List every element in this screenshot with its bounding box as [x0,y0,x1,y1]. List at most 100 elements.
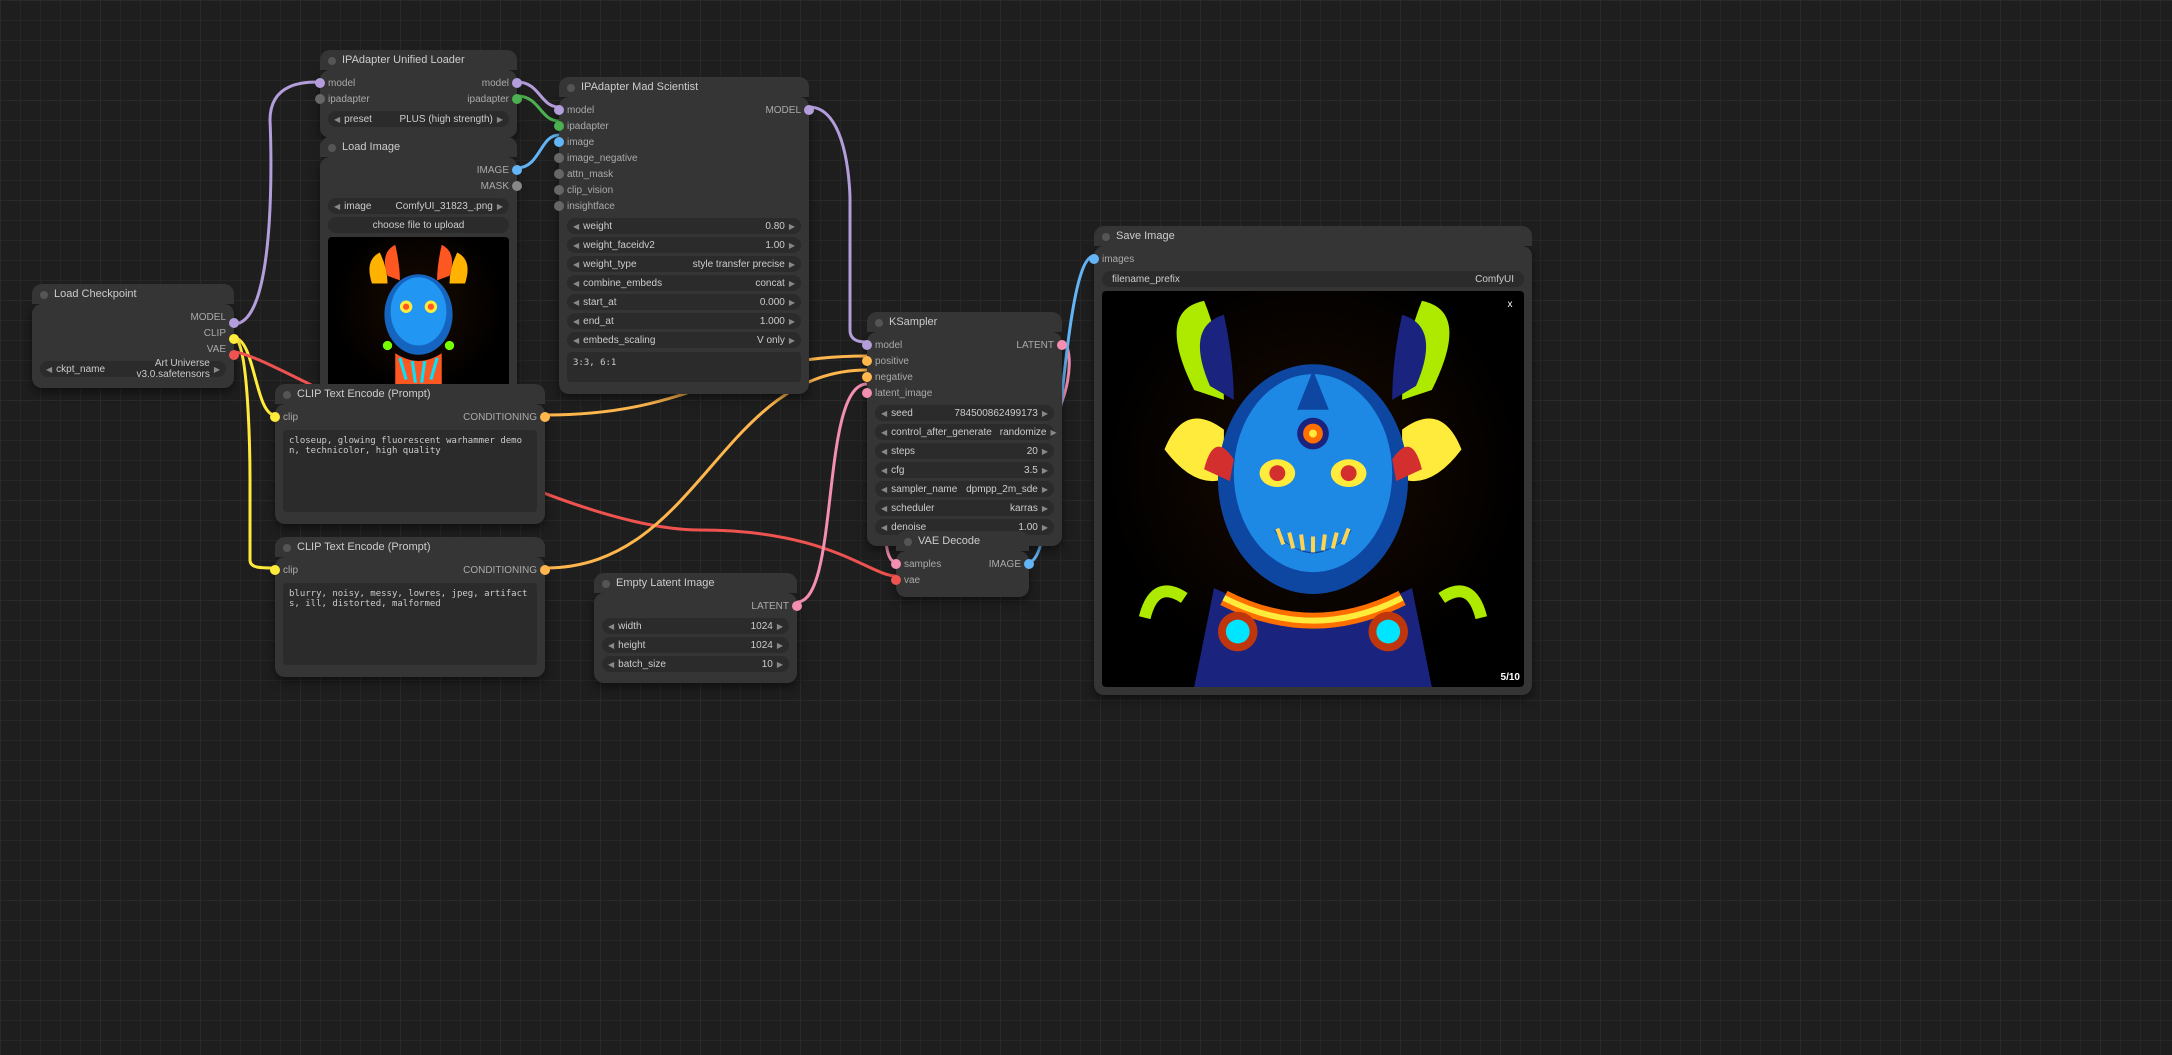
input-clip: clip [283,410,298,426]
port-in-model[interactable] [862,340,872,350]
port-in-images[interactable] [1089,254,1099,264]
node-ksampler[interactable]: KSampler modelLATENT positive negative l… [867,332,1062,546]
height-widget[interactable]: ◀height1024▶ [602,637,789,653]
input-model: model [328,76,355,92]
port-vae[interactable] [229,350,239,360]
width-widget[interactable]: ◀width1024▶ [602,618,789,634]
port-out-model[interactable] [512,78,522,88]
input-ipadapter: ipadapter [328,92,370,108]
port-out-image[interactable] [1024,559,1034,569]
upload-button[interactable]: choose file to upload [328,217,509,233]
node-title: CLIP Text Encode (Prompt) [275,537,545,557]
node-clip-positive[interactable]: CLIP Text Encode (Prompt) clipCONDITIONI… [275,404,545,524]
node-save-image[interactable]: Save Image images filename_prefixComfyUI [1094,246,1532,695]
output-conditioning: CONDITIONING [463,410,537,426]
prompt-input[interactable]: closeup, glowing fluorescent warhammer d… [283,430,537,512]
input-clip: clip [283,563,298,579]
output-ipadapter: ipadapter [467,92,509,108]
node-title: CLIP Text Encode (Prompt) [275,384,545,404]
port-out-latent[interactable] [792,601,802,611]
image-file-widget[interactable]: ◀imageComfyUI_31823_.png▶ [328,198,509,214]
output-vae: VAE [207,342,226,358]
port-in-ipadapter[interactable] [554,121,564,131]
node-title: Load Image [320,137,517,157]
node-ipadapter-mad-scientist[interactable]: IPAdapter Mad Scientist modelMODEL ipada… [559,97,809,394]
port-in-attn[interactable] [554,169,564,179]
layer-weights-input[interactable]: 3:3, 6:1 [567,352,801,382]
image-preview [328,237,509,392]
weight-faceidv2-widget[interactable]: ◀weight_faceidv21.00▶ [567,237,801,253]
input-latent-image: latent_image [875,386,932,402]
weight-type-widget[interactable]: ◀weight_typestyle transfer precise▶ [567,256,801,272]
start-at-widget[interactable]: ◀start_at0.000▶ [567,294,801,310]
weight-widget[interactable]: ◀weight0.80▶ [567,218,801,234]
input-positive: positive [875,354,909,370]
input-attn-mask: attn_mask [567,167,613,183]
steps-widget[interactable]: ◀steps20▶ [875,443,1054,459]
node-vae-decode[interactable]: VAE Decode samplesIMAGE vae [896,551,1029,597]
input-samples: samples [904,557,941,573]
node-clip-negative[interactable]: CLIP Text Encode (Prompt) clipCONDITIONI… [275,557,545,677]
node-title: Save Image [1094,226,1532,246]
embeds-scaling-widget[interactable]: ◀embeds_scalingV only▶ [567,332,801,348]
prompt-input[interactable]: blurry, noisy, messy, lowres, jpeg, arti… [283,583,537,665]
port-out-model[interactable] [804,105,814,115]
cfg-widget[interactable]: ◀cfg3.5▶ [875,462,1054,478]
port-out-ipadapter[interactable] [512,94,522,104]
input-ipadapter: ipadapter [567,119,609,135]
port-in-latent[interactable] [862,388,872,398]
combine-embeds-widget[interactable]: ◀combine_embedsconcat▶ [567,275,801,291]
port-out-cond[interactable] [540,412,550,422]
port-in-image[interactable] [554,137,564,147]
output-clip: CLIP [204,326,226,342]
node-ipadapter-loader[interactable]: IPAdapter Unified Loader modelmodel ipad… [320,70,517,138]
output-latent: LATENT [1016,338,1054,354]
port-in-positive[interactable] [862,356,872,366]
close-preview-button[interactable]: x [1502,297,1518,313]
port-in-clip[interactable] [270,412,280,422]
batch-size-widget[interactable]: ◀batch_size10▶ [602,656,789,672]
ckpt-name-widget[interactable]: ◀ckpt_nameArt Universe v3.0.safetensors▶ [40,361,226,377]
preset-widget[interactable]: ◀presetPLUS (high strength)▶ [328,111,509,127]
end-at-widget[interactable]: ◀end_at1.000▶ [567,313,801,329]
port-in-clipv[interactable] [554,185,564,195]
output-model: MODEL [190,310,226,326]
node-title: Load Checkpoint [32,284,234,304]
input-image-negative: image_negative [567,151,638,167]
output-image: IMAGE [477,163,509,179]
port-mask[interactable] [512,181,522,191]
input-vae: vae [904,573,920,589]
port-image[interactable] [512,165,522,175]
scheduler-widget[interactable]: ◀schedulerkarras▶ [875,500,1054,516]
port-in-clip[interactable] [270,565,280,575]
input-insightface: insightface [567,199,615,215]
sampler-name-widget[interactable]: ◀sampler_namedpmpp_2m_sde▶ [875,481,1054,497]
port-clip[interactable] [229,334,239,344]
port-in-negative[interactable] [862,372,872,382]
node-empty-latent[interactable]: Empty Latent Image LATENT ◀width1024▶ ◀h… [594,593,797,683]
port-in-model[interactable] [554,105,564,115]
port-in-insight[interactable] [554,201,564,211]
filename-prefix-widget[interactable]: filename_prefixComfyUI [1102,271,1524,287]
port-in-ipadapter[interactable] [315,94,325,104]
port-in-image-neg[interactable] [554,153,564,163]
port-out-latent[interactable] [1057,340,1067,350]
input-model: model [875,338,902,354]
port-in-model[interactable] [315,78,325,88]
port-out-cond[interactable] [540,565,550,575]
port-in-vae[interactable] [891,575,901,585]
node-load-checkpoint[interactable]: Load Checkpoint MODEL CLIP VAE ◀ckpt_nam… [32,304,234,388]
node-graph-canvas[interactable]: Load Checkpoint MODEL CLIP VAE ◀ckpt_nam… [0,0,2172,1055]
node-title: VAE Decode [896,531,1029,551]
control-after-generate-widget[interactable]: ◀control_after_generaterandomize▶ [875,424,1054,440]
port-in-samples[interactable] [891,559,901,569]
input-clip-vision: clip_vision [567,183,613,199]
node-load-image[interactable]: Load Image IMAGE MASK ◀imageComfyUI_3182… [320,157,517,400]
node-title: IPAdapter Mad Scientist [559,77,809,97]
output-image: IMAGE [989,557,1021,573]
seed-widget[interactable]: ◀seed784500862499173▶ [875,405,1054,421]
image-counter: 5/10 [1501,672,1520,683]
port-model[interactable] [229,318,239,328]
demon-icon [1102,291,1524,687]
input-negative: negative [875,370,913,386]
